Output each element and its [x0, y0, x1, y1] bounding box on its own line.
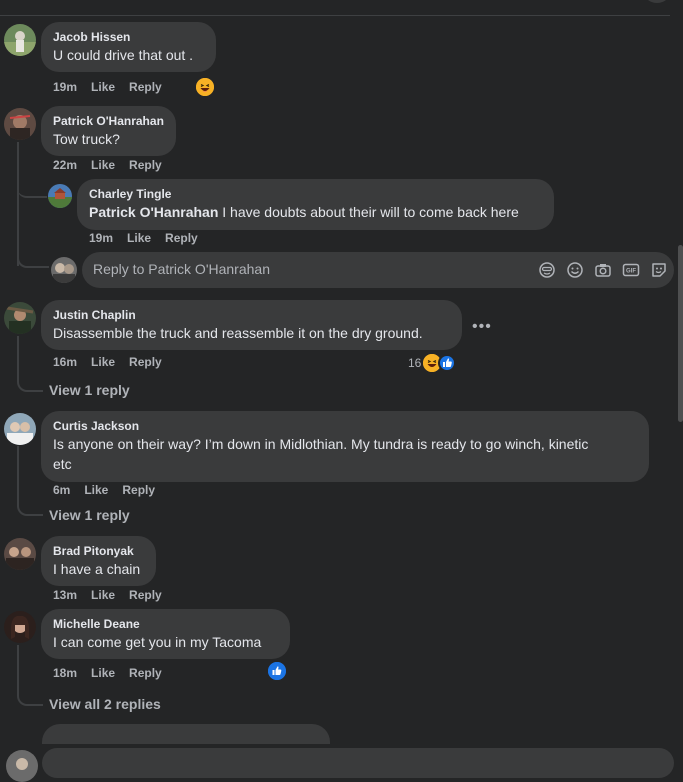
reply-button[interactable]: Reply: [129, 158, 162, 172]
comment-text-line: etc: [53, 456, 72, 472]
reaction-badge[interactable]: 16: [408, 354, 457, 372]
comment-time[interactable]: 13m: [53, 588, 77, 602]
smiley-icon[interactable]: [566, 261, 584, 279]
reply-actions: 19m Like Reply: [89, 231, 212, 246]
comment-bubble: Justin Chaplin Disassemble the truck and…: [41, 300, 462, 350]
avatar-partial: [6, 750, 38, 782]
comment-text: U could drive that out .: [53, 47, 194, 63]
view-replies-connector: [17, 688, 43, 706]
comment-bubble: Patrick O'Hanrahan Tow truck?: [41, 106, 176, 156]
comment-text: Tow truck?: [53, 131, 120, 147]
comment-author[interactable]: Jacob Hissen: [53, 30, 204, 45]
sticker-icon[interactable]: [650, 261, 668, 279]
reply-input[interactable]: Reply to Patrick O'Hanrahan GIF: [82, 252, 674, 288]
composer-icons: GIF: [528, 261, 668, 279]
thread-line: [17, 336, 19, 379]
comment-time[interactable]: 19m: [53, 80, 77, 94]
comment-author[interactable]: Brad Pitonyak: [53, 544, 144, 559]
reply-time[interactable]: 19m: [89, 231, 113, 245]
comment-bubble: Michelle Deane I can come get you in my …: [41, 609, 290, 659]
haha-emoji-icon: [196, 78, 214, 96]
avatar[interactable]: [4, 413, 36, 445]
reply-button[interactable]: Reply: [129, 355, 162, 369]
comment-text: I have a chain: [53, 561, 141, 577]
comment-input[interactable]: [42, 748, 674, 778]
comment-bubble: Brad Pitonyak I have a chain: [41, 536, 156, 586]
comment-actions: 19m Like Reply: [53, 80, 176, 95]
reply-button[interactable]: Reply: [165, 231, 198, 245]
reply-button[interactable]: Reply: [129, 80, 162, 94]
reply-author[interactable]: Charley Tingle: [89, 187, 542, 202]
current-user-avatar: [51, 257, 77, 283]
like-button[interactable]: Like: [91, 588, 115, 602]
comment-bubble-partial: [42, 724, 330, 744]
comment-text: Disassemble the truck and reassemble it …: [53, 325, 423, 341]
thread-line: [17, 645, 19, 691]
view-replies-connector: [17, 498, 43, 516]
reply-button[interactable]: Reply: [122, 483, 155, 497]
avatar[interactable]: [48, 184, 72, 208]
reply-text-body: I have doubts about their will to come b…: [218, 204, 519, 220]
reaction-badge[interactable]: [196, 78, 214, 96]
scrollbar-thumb[interactable]: [678, 245, 683, 422]
comment-time[interactable]: 18m: [53, 666, 77, 680]
avatar[interactable]: [4, 108, 36, 140]
view-replies-link[interactable]: View all 2 replies: [49, 695, 161, 713]
comment-author[interactable]: Patrick O'Hanrahan: [53, 114, 164, 129]
reply-input-placeholder: Reply to Patrick O'Hanrahan: [93, 261, 270, 277]
comment-actions: 6m Like Reply: [53, 483, 169, 498]
view-replies-link[interactable]: View 1 reply: [49, 506, 130, 524]
more-options-icon[interactable]: •••: [472, 318, 492, 336]
reply-button[interactable]: Reply: [129, 666, 162, 680]
comment-time[interactable]: 6m: [53, 483, 70, 497]
comment-actions: 18m Like Reply: [53, 666, 176, 681]
comment-actions: 22m Like Reply: [53, 158, 176, 173]
view-replies-connector: [17, 374, 43, 392]
comment-time[interactable]: 16m: [53, 355, 77, 369]
avatar[interactable]: [4, 538, 36, 570]
like-button[interactable]: Like: [91, 355, 115, 369]
like-emoji-icon: [268, 662, 286, 680]
avatar[interactable]: [4, 24, 36, 56]
like-emoji-icon: [438, 354, 457, 372]
comment-time[interactable]: 22m: [53, 158, 77, 172]
svg-text:GIF: GIF: [626, 269, 636, 275]
avatar[interactable]: [4, 302, 36, 334]
reply-text: Patrick O'Hanrahan I have doubts about t…: [89, 202, 542, 222]
like-button[interactable]: Like: [84, 483, 108, 497]
composer-connector: [17, 244, 49, 268]
reply-bubble: Charley Tingle Patrick O'Hanrahan I have…: [77, 179, 554, 230]
comment-bubble: Jacob Hissen U could drive that out .: [41, 22, 216, 72]
comment-bubble: Curtis Jackson Is anyone on their way? I…: [41, 411, 649, 482]
reply-connector: [17, 170, 47, 198]
header-divider: [0, 0, 670, 16]
avatar[interactable]: [4, 611, 36, 643]
view-replies-link[interactable]: View 1 reply: [49, 381, 130, 399]
reaction-badge[interactable]: [268, 662, 286, 680]
thread-line: [17, 446, 19, 502]
camera-icon[interactable]: [594, 261, 612, 279]
like-button[interactable]: Like: [127, 231, 151, 245]
comment-text: I can come get you in my Tacoma: [53, 634, 262, 650]
gif-icon[interactable]: GIF: [622, 261, 640, 279]
comment-author[interactable]: Curtis Jackson: [53, 419, 637, 434]
comment-actions: 13m Like Reply: [53, 588, 176, 603]
mention-link[interactable]: Patrick O'Hanrahan: [89, 204, 218, 220]
reply-button[interactable]: Reply: [129, 588, 162, 602]
avatar-emoji-icon[interactable]: [538, 261, 556, 279]
like-button[interactable]: Like: [91, 666, 115, 680]
like-button[interactable]: Like: [91, 80, 115, 94]
comment-author[interactable]: Justin Chaplin: [53, 308, 450, 323]
comment-actions: 16m Like Reply: [53, 355, 176, 370]
comment-text-line: Is anyone on their way? I’m down in Midl…: [53, 436, 589, 452]
reaction-count: 16: [408, 356, 422, 370]
comment-author[interactable]: Michelle Deane: [53, 617, 278, 632]
like-button[interactable]: Like: [91, 158, 115, 172]
